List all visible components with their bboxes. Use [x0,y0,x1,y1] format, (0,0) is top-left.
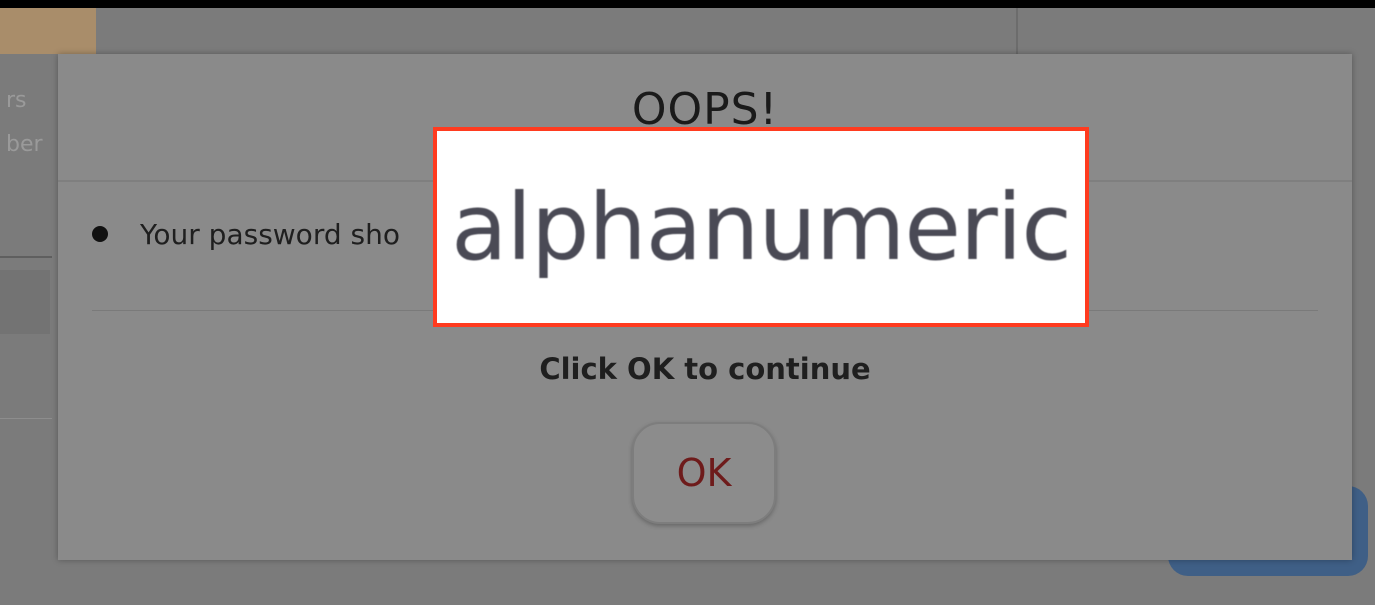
ok-button[interactable]: OK [632,422,776,524]
background-thumbnail [0,8,96,54]
background-divider-line [0,256,52,258]
bullet-icon [92,226,108,242]
continue-prompt: Click OK to continue [539,352,871,386]
background-divider-line [0,418,52,419]
zoom-callout-text: alphanumeric [451,173,1072,281]
background-input-field [0,270,50,334]
background-divider [1016,8,1018,56]
background-text-line-1: rs [6,88,27,113]
background-text-line-2: ber [6,132,43,157]
zoom-callout: alphanumeric [433,127,1089,327]
error-message: Your password sho [140,218,400,251]
